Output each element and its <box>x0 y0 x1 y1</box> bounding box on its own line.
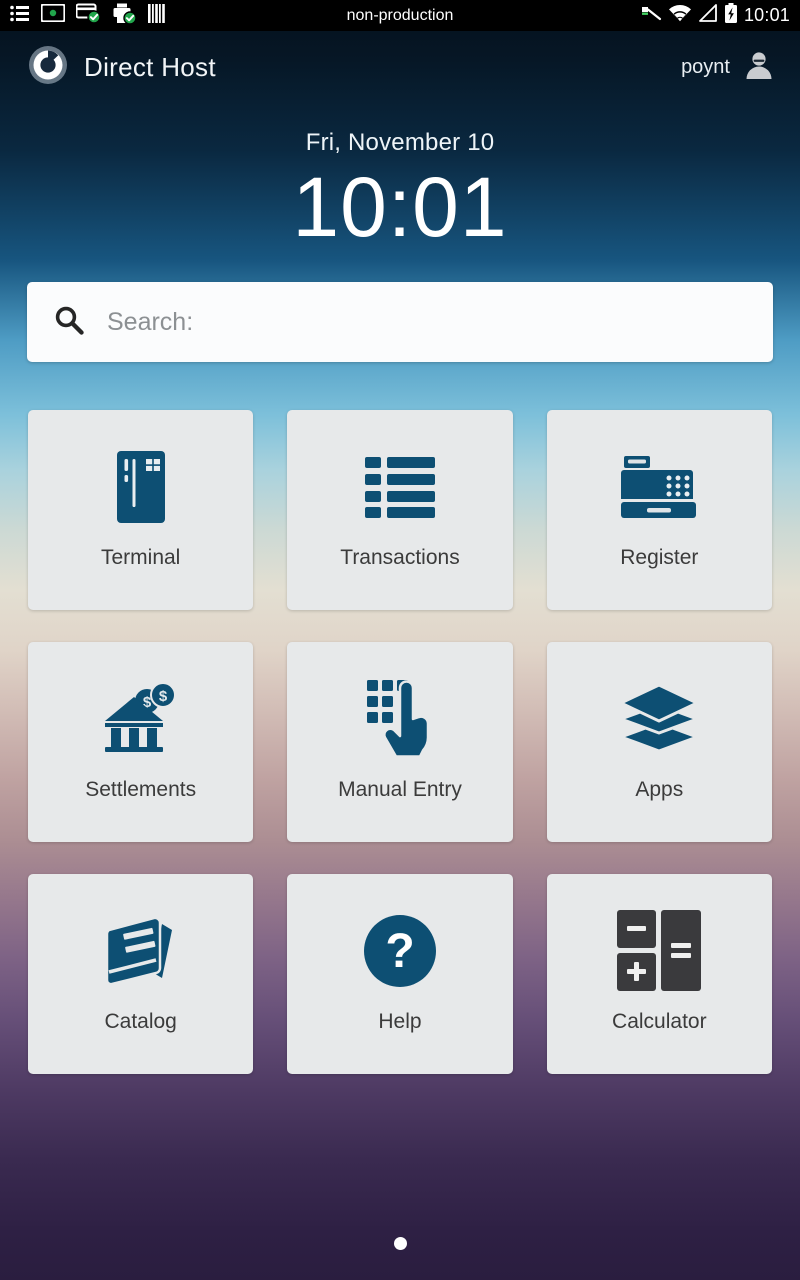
book-icon <box>104 908 178 994</box>
app-title: Direct Host <box>84 51 216 82</box>
account-area[interactable]: poynt <box>681 50 774 85</box>
vpn-key-status-icon <box>640 4 662 27</box>
app-tile-grid: Terminal Transactions Register $ $ Settl… <box>28 410 772 1074</box>
tile-label: Terminal <box>100 546 181 569</box>
credit-card-icon <box>115 444 167 530</box>
card-status-icon <box>75 3 101 28</box>
barcode-status-icon <box>148 3 165 28</box>
status-bar-clock: 10:01 <box>743 5 790 25</box>
home-screen: non-production 10:01 Direct Host poynt F… <box>0 0 800 1280</box>
tile-label: Transactions <box>340 546 460 569</box>
search-bar[interactable]: Search: <box>27 282 773 362</box>
tile-help[interactable]: ? Help <box>287 874 513 1074</box>
question-circle-icon: ? <box>363 908 436 994</box>
clock-time: 10:01 <box>292 160 508 254</box>
calculator-keys-icon <box>617 908 702 994</box>
brand-area[interactable]: Direct Host <box>28 45 216 90</box>
transaction-list-icon <box>364 444 435 530</box>
poynt-logo-icon <box>28 45 68 90</box>
tile-label: Apps <box>635 778 684 801</box>
battery-charging-status-icon <box>724 3 738 28</box>
svg-text:$: $ <box>158 688 167 705</box>
clock-date: Fri, November 10 <box>305 129 495 156</box>
app-bar: Direct Host poynt <box>0 31 800 103</box>
status-bar-right-icons: 10:01 <box>640 3 790 28</box>
search-icon <box>53 304 85 341</box>
layers-icon <box>619 676 699 762</box>
tile-label: Settlements <box>85 778 197 801</box>
tile-manual-entry[interactable]: Manual Entry <box>287 642 513 842</box>
status-bar-left-icons <box>10 3 165 29</box>
tile-terminal[interactable]: Terminal <box>28 410 254 610</box>
tile-label: Manual Entry <box>338 778 462 801</box>
account-avatar-icon[interactable] <box>744 50 774 85</box>
tile-label: Help <box>378 1010 422 1033</box>
tile-transactions[interactable]: Transactions <box>287 410 513 610</box>
tile-calculator[interactable]: Calculator <box>546 874 772 1074</box>
account-name: poynt <box>681 55 730 78</box>
page-dot-1[interactable] <box>393 1237 407 1250</box>
status-bar: non-production 10:01 <box>0 0 800 31</box>
svg-text:?: ? <box>385 925 414 978</box>
wifi-status-icon <box>668 4 692 27</box>
tile-settlements[interactable]: $ $ Settlements <box>28 642 254 842</box>
cash-register-icon <box>621 444 697 530</box>
card-reader-status-icon <box>40 3 66 27</box>
tile-catalog[interactable]: Catalog <box>28 874 254 1074</box>
signal-status-icon <box>698 4 718 27</box>
tile-apps[interactable]: Apps <box>546 642 772 842</box>
printer-status-icon <box>112 3 137 29</box>
keypad-hand-icon <box>366 676 433 762</box>
tile-label: Calculator <box>612 1010 707 1033</box>
tile-label: Register <box>620 546 699 569</box>
tile-register[interactable]: Register <box>546 410 772 610</box>
list-status-icon <box>10 5 30 27</box>
bank-coins-icon: $ $ <box>103 676 179 762</box>
clock-widget[interactable]: Fri, November 10 10:01 <box>0 129 800 249</box>
page-indicator <box>0 1237 800 1250</box>
tile-label: Catalog <box>104 1010 177 1033</box>
search-input[interactable]: Search: <box>107 308 193 337</box>
